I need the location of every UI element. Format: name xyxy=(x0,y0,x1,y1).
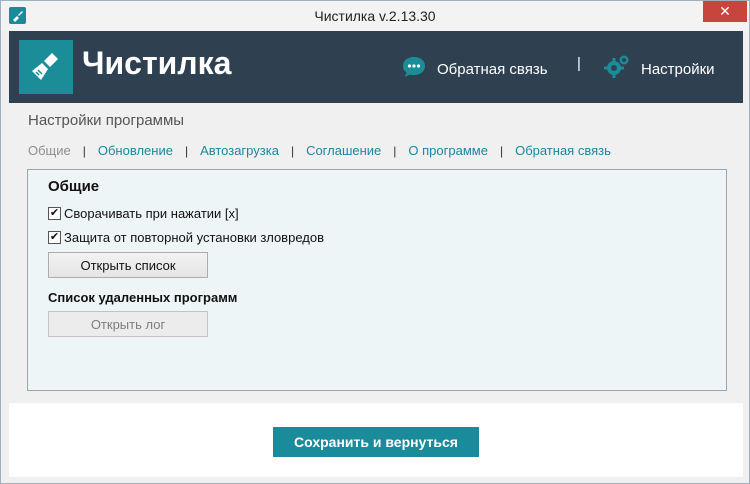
page-title: Настройки программы xyxy=(28,112,185,129)
tab-about[interactable]: О программе xyxy=(408,143,488,158)
tab-update[interactable]: Обновление xyxy=(98,143,173,158)
close-icon: ✕ xyxy=(719,3,731,19)
header-separator: | xyxy=(577,55,581,72)
feedback-label: Обратная связь xyxy=(437,60,548,78)
tab-separator: | xyxy=(82,143,86,158)
malware-protection-checkbox[interactable]: ✔ xyxy=(48,231,61,244)
open-list-button[interactable]: Открыть список xyxy=(48,252,208,278)
close-button[interactable]: ✕ xyxy=(703,1,747,22)
general-settings-panel: Общие ✔ Сворачивать при нажатии [x] ✔ За… xyxy=(27,169,727,391)
app-window: Чистилка v.2.13.30 ✕ Чистилка Обратная с… xyxy=(0,0,750,484)
malware-protection-label: Защита от повторной установки зловредов xyxy=(64,230,324,245)
app-header: Чистилка Обратная связь | Настройки xyxy=(9,31,743,103)
brand-title: Чистилка xyxy=(82,45,232,81)
malware-protection-option[interactable]: ✔ Защита от повторной установки зловредо… xyxy=(48,230,324,245)
tab-separator: | xyxy=(499,143,504,158)
tab-feedback[interactable]: Обратная связь xyxy=(515,143,611,158)
window-title: Чистилка v.2.13.30 xyxy=(314,8,436,24)
minimize-on-close-label: Сворачивать при нажатии [x] xyxy=(64,206,239,221)
removed-programs-heading: Список удаленных программ xyxy=(48,290,238,305)
settings-content: Настройки программы Общие | Обновление |… xyxy=(9,103,743,403)
save-and-return-button[interactable]: Сохранить и вернуться xyxy=(273,427,479,457)
title-bar[interactable]: Чистилка v.2.13.30 ✕ xyxy=(1,1,749,31)
checkmark-icon: ✔ xyxy=(49,207,60,219)
gears-icon xyxy=(603,53,631,85)
tab-autostart[interactable]: Автозагрузка xyxy=(200,143,279,158)
chat-bubble-icon xyxy=(401,55,427,83)
broom-icon xyxy=(19,40,73,94)
tab-separator: | xyxy=(184,143,189,158)
footer: Сохранить и вернуться xyxy=(9,403,743,477)
tab-general[interactable]: Общие xyxy=(28,143,71,158)
feedback-link[interactable]: Обратная связь xyxy=(401,55,548,83)
checkmark-icon: ✔ xyxy=(49,231,60,243)
settings-label: Настройки xyxy=(641,60,715,78)
panel-heading: Общие xyxy=(48,178,100,195)
minimize-on-close-option[interactable]: ✔ Сворачивать при нажатии [x] xyxy=(48,206,239,221)
settings-link[interactable]: Настройки xyxy=(603,53,715,85)
tab-agreement[interactable]: Соглашение xyxy=(306,143,381,158)
settings-tabs: Общие | Обновление | Автозагрузка | Согл… xyxy=(28,143,611,158)
minimize-on-close-checkbox[interactable]: ✔ xyxy=(48,207,61,220)
open-log-button: Открыть лог xyxy=(48,311,208,337)
tab-separator: | xyxy=(290,143,295,158)
tab-separator: | xyxy=(393,143,397,158)
